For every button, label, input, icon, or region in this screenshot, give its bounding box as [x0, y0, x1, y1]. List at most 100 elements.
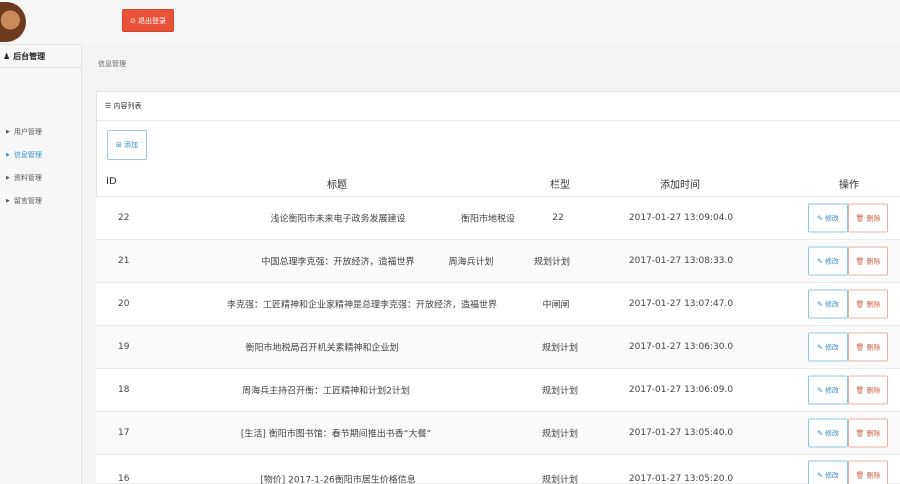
- caret-right-icon: ▶: [6, 129, 10, 135]
- column-header-type: 栏型: [550, 180, 570, 191]
- row-type: 规划计划: [533, 257, 571, 268]
- trash-icon: 🗑: [855, 471, 865, 479]
- edit-icon: ✎: [817, 386, 823, 394]
- row-time: 2017-01-27 13:08:33.0: [628, 256, 734, 266]
- delete-button[interactable]: 🗑 删除: [848, 460, 888, 484]
- top-bar: ⊙ 退出登录: [0, 0, 900, 44]
- delete-label: 删除: [866, 300, 881, 308]
- row-id: 21: [118, 256, 130, 266]
- sidebar-item-info[interactable]: ▶ 信息管理: [6, 150, 42, 160]
- row-type: 规划计划: [541, 429, 579, 440]
- table-row: 周海兵主持召开衡：工匠精神和计划2计划 18 规划计划 2017-01-27 1…: [96, 369, 900, 412]
- delete-button[interactable]: 🗑 删除: [848, 289, 888, 319]
- edit-button[interactable]: ✎ 修改: [808, 418, 848, 448]
- trash-icon: 🗑: [855, 343, 865, 351]
- add-button[interactable]: ⊞ 添加: [107, 130, 147, 160]
- row-id: 17: [118, 428, 130, 438]
- edit-icon: ✎: [817, 429, 823, 437]
- row-time: 2017-01-27 13:07:47.0: [628, 299, 734, 309]
- edit-button[interactable]: ✎ 修改: [808, 246, 848, 276]
- row-title[interactable]: 中国总理李克强：开放经济，造福世界: [261, 255, 414, 268]
- delete-label: 删除: [866, 257, 881, 265]
- row-title[interactable]: 李克强：工匠精神和企业家精神是总理李克强：开放经济，造福世界: [227, 298, 497, 311]
- delete-button[interactable]: 🗑 删除: [848, 418, 888, 448]
- delete-button[interactable]: 🗑 删除: [848, 203, 888, 233]
- column-header-title: 标题: [327, 180, 347, 191]
- delete-label: 删除: [866, 471, 881, 479]
- row-title[interactable]: 浅论衡阳市未来电子政务发展建设: [270, 212, 405, 225]
- table-row: 21 中国总理李克强：开放经济，造福世界 周海兵计划 规划计划 2017-01-…: [96, 240, 900, 283]
- avatar[interactable]: [0, 2, 26, 42]
- row-id: 16: [118, 474, 130, 484]
- column-header-id: ID: [106, 176, 117, 187]
- row-type: 22: [552, 213, 564, 223]
- table-row: 20 李克强：工匠精神和企业家精神是总理李克强：开放经济，造福世界 中闸闸 20…: [96, 283, 900, 326]
- edit-button[interactable]: ✎ 修改: [808, 332, 848, 362]
- edit-label: 修改: [824, 257, 839, 265]
- sidebar-item-label: 留言管理: [13, 197, 42, 205]
- trash-icon: 🗑: [855, 300, 865, 308]
- menu-icon: ♟: [3, 51, 11, 61]
- table-row: 19 衡阳市地税局召开机关素精神和企业划 规划计划 2017-01-27 13:…: [96, 326, 900, 369]
- trash-icon: 🗑: [855, 429, 865, 437]
- row-time: 2017-01-27 13:05:20.0: [628, 474, 734, 484]
- edit-icon: ✎: [817, 343, 823, 351]
- edit-button[interactable]: ✎ 修改: [808, 289, 848, 319]
- table-row: 22 浅论衡阳市未来电子政务发展建设 衡阳市地税设 22 2017-01-27 …: [96, 197, 900, 240]
- row-source: 周海兵计划: [448, 257, 494, 268]
- sidebar-title: ♟ 后台管理: [0, 44, 82, 68]
- row-type: 中闸闸: [542, 300, 570, 311]
- delete-button[interactable]: 🗑 删除: [848, 332, 888, 362]
- caret-right-icon: ▶: [6, 175, 10, 181]
- delete-label: 删除: [866, 214, 881, 222]
- row-id: 19: [118, 342, 130, 352]
- row-time: 2017-01-27 13:05:40.0: [628, 428, 734, 438]
- trash-icon: 🗑: [855, 214, 865, 222]
- row-title[interactable]: 周海兵主持召开衡：工匠精神和计划2计划: [242, 384, 410, 397]
- edit-icon: ✎: [817, 214, 823, 222]
- row-title[interactable]: 衡阳市地税局召开机关素精神和企业划: [245, 341, 398, 354]
- sidebar-item-materials[interactable]: ▶ 资料管理: [6, 173, 42, 183]
- breadcrumb: 信息管理: [98, 60, 126, 68]
- row-id: 22: [118, 213, 130, 223]
- sidebar-item-label: 用户管理: [13, 128, 42, 136]
- delete-label: 删除: [866, 343, 881, 351]
- edit-label: 修改: [824, 471, 839, 479]
- table-row: 17 [生活] 衡阳市图书馆：春节期间推出书香“大餐” 规划计划 2017-01…: [96, 412, 900, 455]
- edit-icon: ✎: [817, 471, 823, 479]
- row-title[interactable]: [物价] 2017-1-26衡阳市居生价格信息: [260, 473, 415, 484]
- row-time: 2017-01-27 13:06:09.0: [628, 385, 734, 395]
- edit-label: 修改: [824, 300, 839, 308]
- delete-button[interactable]: 🗑 删除: [848, 375, 888, 405]
- row-source: 衡阳市地税设: [460, 214, 516, 225]
- sidebar-item-users[interactable]: ▶ 用户管理: [6, 127, 42, 137]
- row-id: 20: [118, 299, 130, 309]
- sidebar-item-label: 信息管理: [13, 151, 42, 159]
- column-header-time: 添加时间: [660, 180, 700, 191]
- delete-button[interactable]: 🗑 删除: [848, 246, 888, 276]
- row-title[interactable]: [生活] 衡阳市图书馆：春节期间推出书香“大餐”: [241, 427, 431, 440]
- edit-button[interactable]: ✎ 修改: [808, 203, 848, 233]
- row-type: 规划计划: [541, 475, 579, 484]
- caret-right-icon: ▶: [6, 198, 10, 204]
- row-time: 2017-01-27 13:06:30.0: [628, 342, 734, 352]
- edit-button[interactable]: ✎ 修改: [808, 375, 848, 405]
- edit-label: 修改: [824, 386, 839, 394]
- row-time: 2017-01-27 13:09:04.0: [628, 213, 734, 223]
- column-header-actions: 操作: [839, 180, 859, 191]
- edit-button[interactable]: ✎ 修改: [808, 460, 848, 484]
- delete-label: 删除: [866, 386, 881, 394]
- sidebar-title-label: 后台管理: [13, 51, 46, 61]
- trash-icon: 🗑: [855, 257, 865, 265]
- table-row: 16 [物价] 2017-1-26衡阳市居生价格信息 规划计划 2017-01-…: [96, 455, 900, 484]
- sidebar-item-messages[interactable]: ▶ 留言管理: [6, 196, 42, 206]
- row-type: 规划计划: [541, 343, 579, 354]
- row-id: 18: [118, 385, 130, 395]
- edit-label: 修改: [824, 343, 839, 351]
- delete-label: 删除: [866, 429, 881, 437]
- panel-title: ☰ 内容列表: [97, 92, 900, 121]
- row-type: 规划计划: [541, 386, 579, 397]
- edit-label: 修改: [824, 214, 839, 222]
- logout-button[interactable]: ⊙ 退出登录: [122, 9, 174, 32]
- edit-label: 修改: [824, 429, 839, 437]
